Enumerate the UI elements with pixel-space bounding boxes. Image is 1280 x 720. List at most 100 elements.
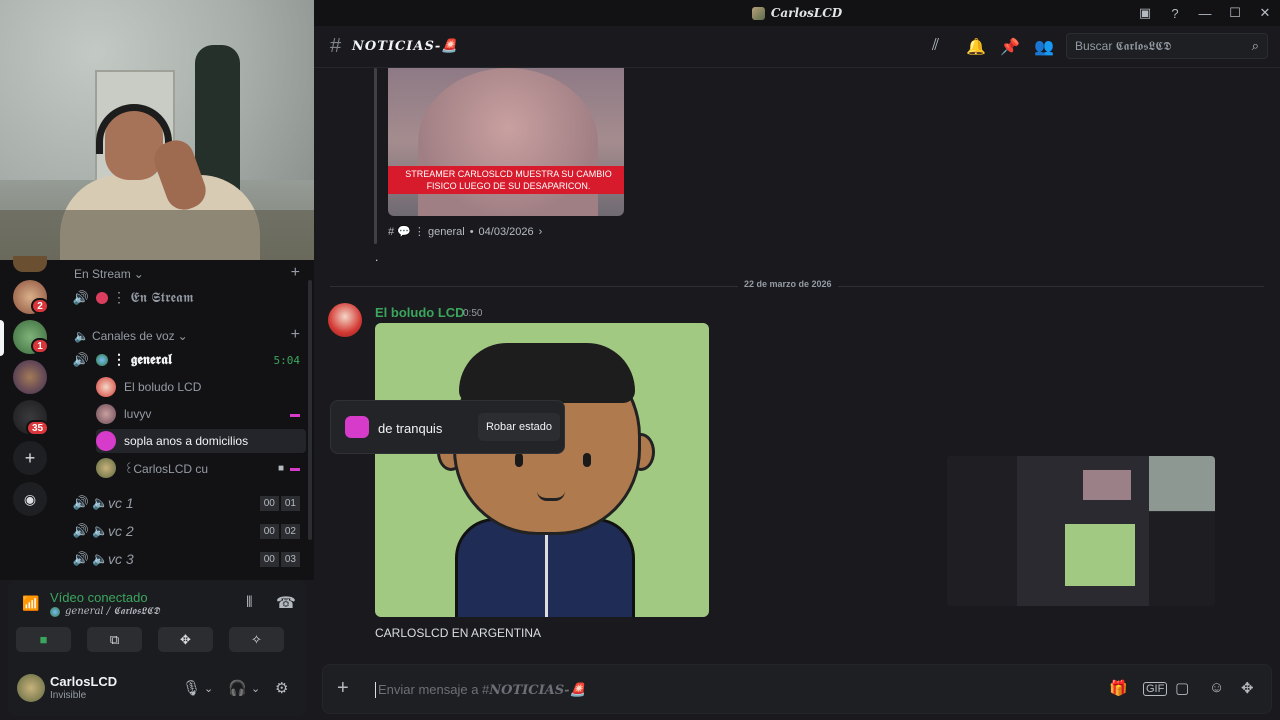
user-status: Invisible bbox=[50, 690, 87, 701]
channel-vc-3[interactable]: 🔊 🔈 vc 3 00 03 bbox=[70, 547, 306, 571]
activities-button[interactable]: ✥ bbox=[158, 627, 213, 652]
voice-channel-path: general / 𝕮𝖆𝖗𝖑𝖔𝖘𝕷𝕮𝕯 bbox=[65, 606, 160, 617]
channel-vc-1[interactable]: 🔊 🔈 vc 1 00 01 bbox=[70, 491, 306, 515]
username[interactable]: CarlosLCD bbox=[50, 674, 117, 689]
call-timer: 5:04 bbox=[273, 353, 301, 367]
app-root: CarlosLCD ▣ ? — ☐ ✕ 2 1 35 + ◉ En Stream… bbox=[0, 0, 1280, 720]
gift-icon[interactable]: 🎁 bbox=[1109, 679, 1128, 697]
message-timestamp: 0:50 bbox=[463, 308, 483, 319]
placeholder-channel: 𝑵𝑶𝑻𝑰𝑪𝑰𝑨𝑺-🚨 bbox=[489, 683, 586, 698]
search-input[interactable]: Buscar 𝕮𝖆𝖗𝖑𝖔𝖘𝕷𝕮𝕯 ⌕ bbox=[1066, 33, 1268, 59]
voice-member[interactable]: El boludo LCD bbox=[96, 375, 306, 399]
speaker-icon: 🔈 bbox=[74, 329, 89, 343]
avatar bbox=[96, 458, 116, 478]
steal-status-button[interactable]: Robar estado bbox=[478, 413, 560, 441]
close-button[interactable]: ✕ bbox=[1250, 0, 1280, 26]
avatar[interactable] bbox=[328, 303, 362, 337]
category-canales-de-voz[interactable]: 🔈 Canales de voz ⌄ bbox=[74, 329, 188, 343]
cartoon-eye bbox=[583, 453, 591, 467]
chevron-down-icon[interactable]: ⌄ bbox=[251, 682, 260, 695]
voice-status-title[interactable]: Vídeo conectado bbox=[50, 590, 148, 605]
gif-icon[interactable]: GIF bbox=[1143, 682, 1168, 696]
screen-share-button[interactable]: ⧉ bbox=[87, 627, 142, 652]
message-composer[interactable]: + Enviar mensaje a #𝑵𝑶𝑻𝑰𝑪𝑰𝑨𝑺-🚨 🎁 GIF ▢ ☺… bbox=[322, 664, 1272, 714]
soundboard-button[interactable]: ✧ bbox=[229, 627, 284, 652]
voice-member[interactable]: sopla anos a domicilios bbox=[96, 429, 306, 453]
channel-name: ⋮ 𝖌𝖊𝖓𝖊𝖗𝖆𝖑 bbox=[112, 352, 172, 368]
message-text: CARLOSLCD EN ARGENTINA bbox=[375, 626, 542, 640]
add-channel-icon[interactable]: + bbox=[291, 326, 300, 344]
message-author[interactable]: El boludo LCD bbox=[375, 305, 465, 320]
sticker-icon[interactable]: ▢ bbox=[1175, 679, 1189, 697]
preview-image bbox=[1083, 470, 1131, 500]
forwarded-image[interactable]: STREAMER CARLOSLCD MUESTRA SU CAMBIO FIS… bbox=[388, 68, 624, 216]
attach-plus-icon[interactable]: + bbox=[337, 677, 349, 700]
minimize-button[interactable]: — bbox=[1190, 0, 1220, 26]
user-panel: CarlosLCD Invisible 🎙 ⌄ 🎧 ⌄ ⚙ bbox=[8, 660, 306, 716]
category-en-stream[interactable]: En Stream ⌄ bbox=[74, 267, 144, 281]
cartoon-hair bbox=[459, 343, 635, 403]
maximize-button[interactable]: ☐ bbox=[1220, 0, 1250, 26]
voice-member[interactable]: luvyv ▬ bbox=[96, 402, 306, 426]
signal-icon: 📶 bbox=[22, 595, 40, 611]
chevron-right-icon: › bbox=[538, 225, 543, 238]
channel-en-stream[interactable]: 🔊 ⋮ 𝕰𝖓 𝕾𝖙𝖗𝖊𝖆𝖒 bbox=[70, 286, 306, 310]
forward-quote-bar bbox=[374, 68, 377, 244]
members-icon[interactable]: 👥 bbox=[1034, 37, 1054, 57]
add-server-icon[interactable]: + bbox=[13, 441, 47, 475]
user-count: 00 bbox=[259, 495, 279, 511]
message-input[interactable]: Enviar mensaje a #𝑵𝑶𝑻𝑰𝑪𝑰𝑨𝑺-🚨 bbox=[375, 682, 586, 698]
voice-status-subtitle[interactable]: general / 𝕮𝖆𝖗𝖑𝖔𝖘𝕷𝕮𝕯 bbox=[50, 606, 160, 617]
category-label: Canales de voz bbox=[91, 329, 175, 343]
category-label: En Stream bbox=[74, 267, 131, 281]
server-avatar-top[interactable] bbox=[13, 256, 47, 272]
channel-title: 𝑵𝑶𝑻𝑰𝑪𝑰𝑨𝑺-🚨 bbox=[352, 39, 459, 54]
forward-source[interactable]: # 💬 ⋮ general • 04/03/2026 › bbox=[388, 225, 543, 239]
speaker-icon: 🔈 bbox=[92, 495, 109, 510]
chevron-down-icon: ⌄ bbox=[133, 267, 144, 281]
headphones-icon[interactable]: 🎧 bbox=[228, 679, 247, 697]
channel-general[interactable]: 🔊 ⋮ 𝖌𝖊𝖓𝖊𝖗𝖆𝖑 5:04 bbox=[70, 348, 306, 372]
disconnect-icon[interactable]: ☎ bbox=[276, 593, 296, 613]
preview-member-list bbox=[1149, 512, 1215, 606]
server-avatar[interactable] bbox=[13, 360, 47, 394]
stream-preview[interactable] bbox=[947, 456, 1215, 606]
avatar bbox=[96, 377, 116, 397]
add-channel-icon[interactable]: + bbox=[291, 264, 300, 282]
globe-icon bbox=[50, 606, 60, 617]
emoji-icon[interactable]: ☺ bbox=[1209, 679, 1224, 696]
apps-icon[interactable]: ✥ bbox=[1241, 679, 1254, 697]
window-title-text: CarlosLCD bbox=[770, 6, 843, 20]
webcam-coat bbox=[195, 45, 240, 195]
microphone-icon[interactable]: 🎙 bbox=[182, 679, 201, 697]
threads-icon[interactable]: ⫽ bbox=[932, 37, 939, 55]
discover-icon[interactable]: ◉ bbox=[13, 482, 47, 516]
voice-member[interactable]: ꒰CarlosLCD cu ■ ▬ bbox=[96, 456, 306, 480]
cartoon-zipper bbox=[545, 528, 548, 617]
help-icon[interactable]: ? bbox=[1160, 0, 1190, 26]
status-activity-icon: ▬ bbox=[290, 408, 300, 420]
channel-sidebar: En Stream ⌄ + 🔊 ⋮ 𝕰𝖓 𝕾𝖙𝖗𝖊𝖆𝖒 🔈 Canales de… bbox=[62, 260, 314, 580]
speaker-active-icon: 🔊 bbox=[72, 352, 90, 367]
red-circle-icon bbox=[96, 292, 108, 304]
camera-button[interactable]: ■ bbox=[16, 627, 71, 652]
pin-icon[interactable]: 📌 bbox=[1000, 37, 1020, 57]
gear-icon[interactable]: ⚙ bbox=[275, 679, 288, 697]
chevron-down-icon: ⌄ bbox=[177, 329, 188, 343]
selected-pill bbox=[0, 320, 4, 356]
video-icon: ■ bbox=[277, 462, 284, 474]
noise-suppression-icon[interactable]: ⦀ bbox=[246, 594, 253, 611]
speaker-icon: 🔊 bbox=[72, 551, 90, 566]
sidebar-scrollbar[interactable] bbox=[308, 280, 312, 540]
status-activity-icon: ▬ bbox=[290, 462, 300, 474]
inbox-icon[interactable]: ▣ bbox=[1130, 0, 1160, 26]
chevron-down-icon[interactable]: ⌄ bbox=[204, 682, 213, 695]
channel-vc-2[interactable]: 🔊 🔈 vc 2 00 02 bbox=[70, 519, 306, 543]
separator-dot: • bbox=[469, 225, 474, 238]
message-image[interactable] bbox=[375, 323, 709, 617]
voice-connection-panel: 📶 Vídeo conectado general / 𝕮𝖆𝖗𝖑𝖔𝖘𝕷𝕮𝕯 ⦀ … bbox=[8, 580, 306, 660]
custom-status-text: de tranquis bbox=[378, 421, 443, 436]
bell-icon[interactable]: 🔔 bbox=[966, 37, 986, 57]
avatar[interactable] bbox=[17, 674, 45, 702]
hash-icon: # bbox=[330, 35, 342, 57]
